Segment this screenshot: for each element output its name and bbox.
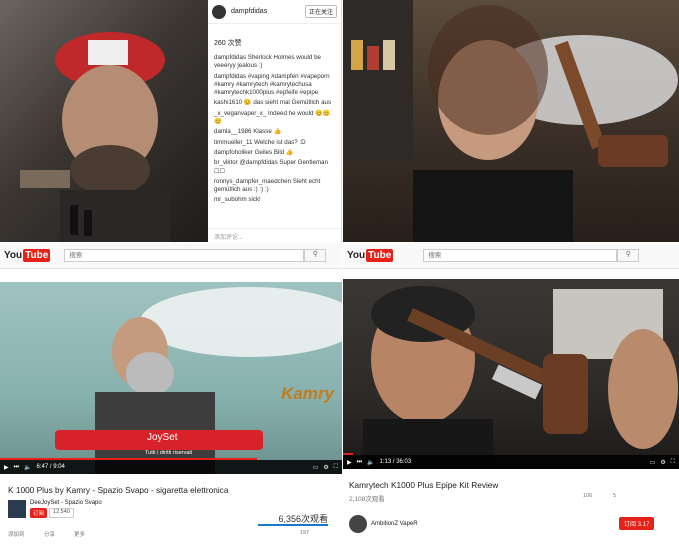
play-icon[interactable]: ▶ <box>347 459 352 466</box>
man-holding-pipe-frame <box>363 286 678 469</box>
youtube-logo[interactable]: You Tube <box>4 249 51 262</box>
volume-icon[interactable]: 🔈 <box>367 459 374 466</box>
woman-pipe-photo <box>343 0 678 242</box>
share-button[interactable]: 分享 <box>44 530 55 538</box>
gear-icon[interactable]: ⚙ <box>323 464 328 471</box>
subscriber-count: 12,540 <box>49 508 74 518</box>
post-header: dampfdidas 正在关注 <box>208 0 341 24</box>
progress-bar[interactable] <box>343 453 354 455</box>
player-controls[interactable]: ▶ ⏭ 🔈 6:47 / 9:04 ▭ ⚙ ⛶ <box>0 458 342 474</box>
channel-name[interactable]: DeeJoySet - Spazio Svapo <box>30 500 102 506</box>
search-icon: ⚲ <box>625 251 631 258</box>
channel-avatar[interactable] <box>8 500 26 518</box>
woman-vaping-photo <box>343 0 679 242</box>
comment: dampfdidas Sherlock Holmes would be veee… <box>214 54 321 70</box>
comment: kashi1610 😊 das sieht mal Gemütlich aus <box>214 99 332 107</box>
like-ratio-bar <box>258 524 328 526</box>
search-button[interactable]: ⚲ <box>304 249 327 262</box>
comment: dampfoholiker Geiles Bild 👍 <box>214 148 294 156</box>
comment: _x_veganvaper_x_ Indeed he would 😊😊😊 <box>214 109 331 126</box>
add-to-button[interactable]: 添加到 <box>8 530 25 538</box>
vaper-cap-photo <box>20 32 170 242</box>
kamry-watermark: Kamry <box>281 384 334 403</box>
captions-icon[interactable]: ▭ <box>313 464 319 471</box>
comment: ronnys_dampfer_maedchen Sieht echt gemüt… <box>214 177 321 194</box>
comments-list: dampfdidas Sherlock Holmes would be veee… <box>208 54 341 205</box>
comment: br_viktor @dampfdidas Super Gentleman ☐☐ <box>214 159 328 175</box>
youtube-player-left: YouTube ⚲ Kamry JoySet Tutti i diritti r… <box>0 243 342 547</box>
add-comment-field[interactable]: 添加评论... <box>208 228 341 242</box>
captions-icon[interactable]: ▭ <box>650 459 656 466</box>
likes-count[interactable]: 260 次赞 <box>208 24 341 54</box>
video-frame[interactable]: Kamry JoySet Tutti i diritti riservati ▶… <box>0 282 342 474</box>
subscribe-button[interactable]: 订阅 3.17 <box>619 517 655 530</box>
view-count: 2,108次观看 <box>349 496 385 503</box>
next-icon[interactable]: ⏭ <box>357 459 362 466</box>
search-input[interactable] <box>423 249 618 262</box>
volume-icon[interactable]: 🔈 <box>24 464 31 471</box>
dislike-count[interactable]: 5 <box>613 493 616 499</box>
username[interactable]: dampfdidas <box>231 8 305 15</box>
youtube-header: YouTube ⚲ <box>0 243 342 269</box>
player-controls[interactable]: ▶ ⏭ 🔈 1:13 / 36:03 ▭ ⚙ ⛶ <box>343 453 679 469</box>
youtube-player-right: YouTube ⚲ ▶ ⏭ 🔈 1:13 / 36:03 ▭ ⚙ ⛶ <box>343 243 679 547</box>
channel-avatar[interactable] <box>349 515 367 533</box>
comment: timmueller_11 Welche ist das? :D <box>214 138 306 146</box>
search-icon: ⚲ <box>312 251 318 258</box>
fullscreen-icon[interactable]: ⛶ <box>334 464 338 471</box>
video-title: K 1000 Plus by Kamry - Spazio Svapo - si… <box>8 485 229 495</box>
time-display: 6:47 / 9:04 <box>36 464 65 470</box>
joyset-banner: JoySet <box>55 430 263 450</box>
play-icon[interactable]: ▶ <box>4 464 9 471</box>
next-icon[interactable]: ⏭ <box>14 464 19 471</box>
comment: dampfdidas #vaping #dampfen #vapeporn #k… <box>214 72 330 97</box>
like-count[interactable]: 106 <box>583 493 592 499</box>
channel-info: DeeJoySet - Spazio Svapo 订阅 12,540 <box>8 500 102 518</box>
more-button[interactable]: 更多 <box>74 530 85 538</box>
video-frame[interactable]: ▶ ⏭ 🔈 1:13 / 36:03 ▭ ⚙ ⛶ <box>343 279 679 469</box>
video-title: Kamrytech K1000 Plus Epipe Kit Review <box>349 480 499 490</box>
search-input[interactable] <box>64 249 305 262</box>
comment: mr_subohm sick! <box>214 196 261 204</box>
follow-button[interactable]: 正在关注 <box>304 5 337 18</box>
youtube-header: YouTube ⚲ <box>343 243 679 269</box>
subscribe-button[interactable]: 订阅 <box>30 508 48 518</box>
joyset-subtitle: Tutti i diritti riservati <box>145 450 193 456</box>
channel-name[interactable]: AmbitionZ VapeR <box>371 521 418 527</box>
gear-icon[interactable]: ⚙ <box>660 459 665 466</box>
fullscreen-icon[interactable]: ⛶ <box>671 459 675 466</box>
comment: damla__1986 Klasse 👍 <box>214 128 282 136</box>
like-count[interactable]: 197 <box>300 530 309 536</box>
search-button[interactable]: ⚲ <box>617 249 640 262</box>
channel-info: AmbitionZ VapeR <box>349 515 418 533</box>
youtube-logo[interactable]: You Tube <box>347 249 394 262</box>
time-display: 1:13 / 36:03 <box>379 459 412 465</box>
instagram-sidebar: dampfdidas 正在关注 260 次赞 dampfdidas Sherlo… <box>208 0 342 242</box>
progress-bar[interactable] <box>0 458 257 460</box>
instagram-photo <box>0 0 208 242</box>
avatar[interactable] <box>212 4 226 19</box>
